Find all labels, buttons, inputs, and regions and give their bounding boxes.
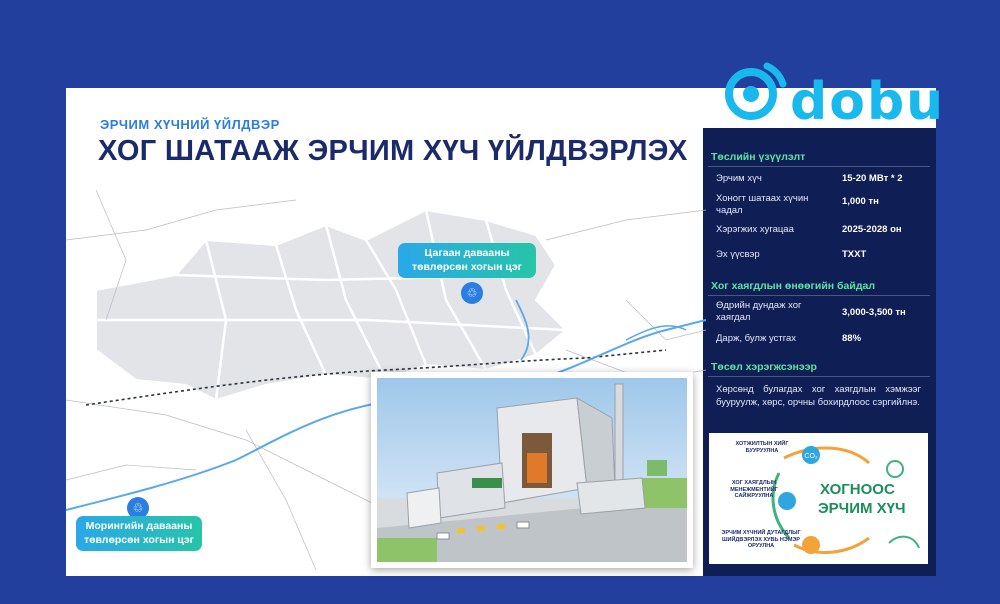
recycle-glyph: ♲ [132, 501, 144, 515]
spec-value: ТХХТ [842, 249, 867, 260]
spec-value: 15-20 МВт * 2 [842, 173, 903, 184]
recycle-glyph: ♲ [466, 286, 478, 300]
spec-label: Хэрэгжих хугацаа [716, 224, 794, 235]
needs-text: Хөрсөнд булагдах хог хаягдлын хэмжээг бу… [716, 384, 921, 408]
infographic-label-mid: ХОГ ХАЯГДЛЫН МЕНЕЖМЕНТИЙГ САЙЖРУУЛНА [730, 480, 778, 500]
logo-wordmark: dobu [790, 72, 946, 132]
spec-value: 2025-2028 он [842, 224, 902, 235]
needs-divider [708, 376, 930, 377]
recycle-icon: ♲ [461, 282, 483, 304]
waste-label: Өдрийн дундаж хог хаягдал [716, 300, 802, 323]
spec-label: Хоногт шатаах хүчин чадал [716, 193, 809, 216]
infographic-headline-2: ЭРЧИМ ХҮЧ [818, 500, 906, 517]
plant-rendering-frame [371, 372, 693, 568]
waste-label: Дарж, булж устгах [716, 333, 796, 344]
page-kicker: ЭРЧИМ ХҮЧНИЙ ҮЙЛДВЭР [100, 117, 280, 132]
needs-heading: Төсөл хэрэгжсэнээр [711, 361, 817, 373]
callout-tsagaan-davaa: Цагаан давааны төвлөрсөн хогын цэг [398, 243, 536, 279]
waste-heading: Хог хаягдлын өнөөгийн байдал [711, 280, 875, 292]
waste-to-energy-plant-image [377, 378, 687, 562]
waste-value: 3,000-3,500 тн [842, 307, 906, 318]
waste-value: 88% [842, 333, 862, 344]
svg-text:CO₂: CO₂ [804, 453, 818, 460]
page-title: ХОГ ШАТААЖ ЭРЧИМ ХҮЧ ҮЙЛДВЭРЛЭХ [98, 135, 688, 167]
spec-label: Эх үүсвэр [716, 249, 760, 260]
callout-moringiin-davaa-text: Морингийн давааны төвлөрсөн хогын цэг [83, 520, 195, 546]
waste-divider [708, 295, 930, 296]
infographic-headline-1: ХОГНООС [820, 481, 895, 498]
spec-value: 1,000 тн [842, 196, 879, 207]
specs-heading: Төслийн үзүүлэлт [711, 151, 806, 163]
specs-divider [708, 166, 930, 167]
callout-moringiin-davaa: Морингийн давааны төвлөрсөн хогын цэг [76, 516, 202, 552]
infographic-label-top: ХОТЖИЛТЫН ХИЙГ БУУРУУЛНА [735, 441, 789, 454]
infographic-label-bottom: ЭРЧИМ ХҮЧНИЙ ДУТАГДЛЫГ ШИЙДВЭРЛЭХ ХУВЬ Н… [721, 530, 801, 550]
callout-tsagaan-davaa-text: Цагаан давааны төвлөрсөн хогын цэг [411, 247, 523, 273]
spec-label: Эрчим хүч [716, 173, 762, 184]
